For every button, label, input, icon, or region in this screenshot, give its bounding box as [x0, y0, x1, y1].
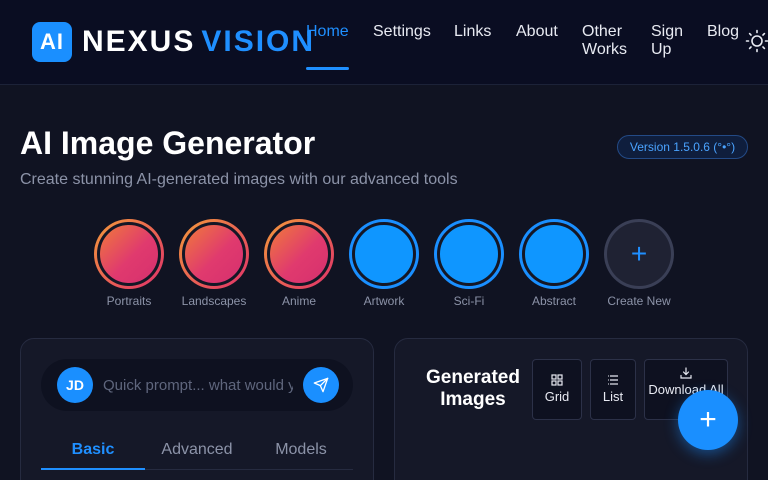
grid-view-button[interactable]: Grid [532, 359, 582, 420]
logo-badge[interactable]: AI [32, 22, 72, 62]
category-thumbnail [434, 219, 504, 289]
category-landscapes[interactable]: Landscapes [179, 219, 249, 308]
nav-sign-up[interactable]: Sign Up [651, 23, 691, 59]
tab-advanced[interactable]: Advanced [145, 441, 249, 459]
category-thumbnail [94, 219, 164, 289]
category-sci-fi[interactable]: Sci-Fi [434, 219, 504, 308]
category-thumbnail [179, 219, 249, 289]
category-thumbnail: + [604, 219, 674, 289]
avatar[interactable]: JD [57, 367, 93, 403]
category-portraits[interactable]: Portraits [94, 219, 164, 308]
category-thumbnail [264, 219, 334, 289]
nav-links[interactable]: Links [454, 23, 491, 41]
nav-active-indicator [306, 67, 349, 70]
category-label: Anime [281, 294, 316, 308]
list-view-label: List [602, 389, 624, 404]
prompt-panel: JD Basic Advanced Models [20, 338, 374, 480]
grid-view-label: Grid [544, 389, 570, 404]
nav-other-works[interactable]: Other Works [582, 23, 632, 59]
list-view-button[interactable]: List [590, 359, 636, 420]
category-create-new[interactable]: + Create New [604, 219, 674, 308]
download-icon [680, 367, 692, 379]
logo-text[interactable]: NEXUS VISION [82, 24, 315, 60]
grid-icon [551, 374, 563, 386]
tab-models[interactable]: Models [249, 441, 353, 459]
list-icon [608, 375, 618, 385]
add-floating-button[interactable]: + [678, 390, 738, 450]
category-label: Portraits [106, 294, 152, 308]
category-label: Artwork [363, 294, 405, 308]
sun-icon[interactable] [745, 29, 768, 53]
send-icon [313, 377, 329, 393]
category-label: Sci-Fi [453, 294, 485, 308]
category-label: Abstract [531, 294, 576, 308]
plus-icon: + [607, 222, 671, 286]
logo-word-vision: VISION [201, 25, 316, 58]
generated-images-title: Generated Images [426, 367, 520, 410]
page-subtitle: Create stunning AI-generated images with… [20, 171, 458, 188]
tab-basic[interactable]: Basic [41, 441, 145, 459]
category-anime[interactable]: Anime [264, 219, 334, 308]
category-abstract[interactable]: Abstract [519, 219, 589, 308]
version-badge: Version 1.5.0.6 (°•°) [617, 135, 748, 159]
nav-settings[interactable]: Settings [373, 23, 431, 41]
quick-prompt-bar: JD [41, 359, 353, 411]
site-header: AI NEXUS VISION Home Settings Links Abou… [0, 0, 768, 85]
logo-word-nexus: NEXUS [82, 25, 196, 58]
nav-blog[interactable]: Blog [707, 23, 739, 41]
category-label: Create New [607, 294, 671, 308]
category-thumbnail [519, 219, 589, 289]
send-button[interactable] [303, 367, 339, 403]
category-label: Landscapes [181, 294, 247, 308]
quick-prompt-input[interactable] [103, 375, 293, 395]
nav-home[interactable]: Home [306, 23, 349, 41]
nav-about[interactable]: About [516, 23, 558, 41]
page-title: AI Image Generator [20, 125, 316, 161]
category-artwork[interactable]: Artwork [349, 219, 419, 308]
tab-active-indicator [41, 468, 145, 470]
category-thumbnail [349, 219, 419, 289]
